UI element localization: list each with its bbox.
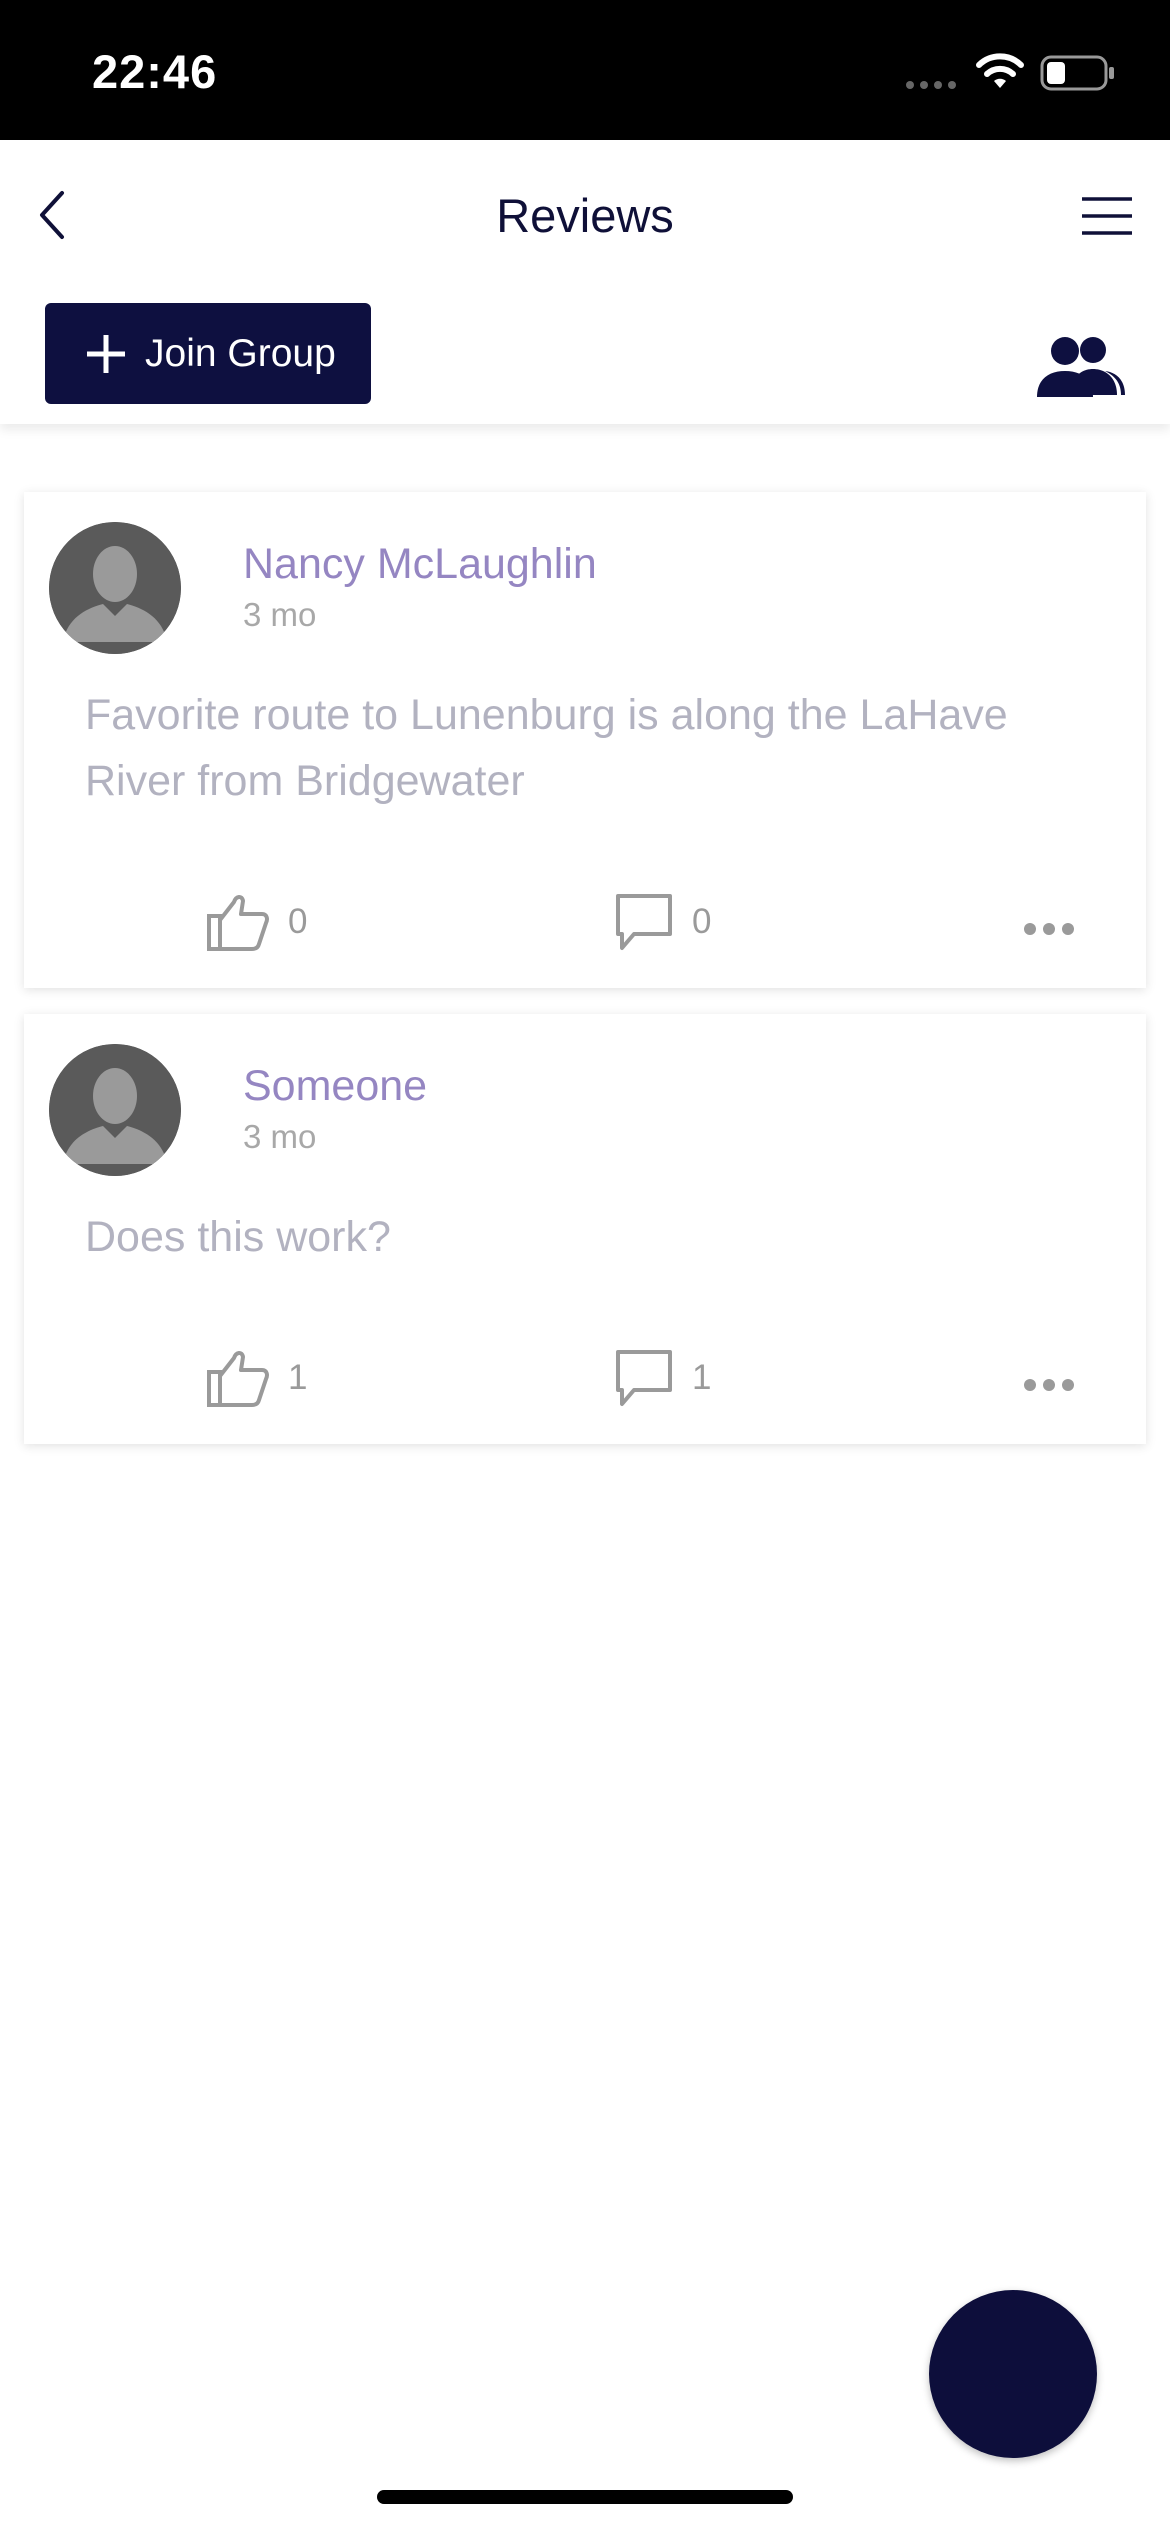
review-card: Someone 3 mo Does this work? 1 1 <box>24 1014 1146 1444</box>
join-group-button[interactable]: Join Group <box>45 303 371 404</box>
author-name[interactable]: Someone <box>243 1062 427 1111</box>
post-body: Does this work? <box>85 1213 391 1261</box>
comment-button[interactable]: 1 <box>614 1348 711 1408</box>
more-horizontal-icon <box>1024 923 1074 935</box>
cellular-signal-icon <box>906 81 956 89</box>
floating-action-button[interactable] <box>929 2290 1097 2458</box>
post-body: Favorite route to Lunenburg is along the… <box>85 691 1008 805</box>
author-name[interactable]: Nancy McLaughlin <box>243 540 597 589</box>
default-user-avatar-icon[interactable] <box>49 522 181 654</box>
wifi-icon <box>976 53 1024 88</box>
comment-button[interactable]: 0 <box>614 892 711 952</box>
like-count: 0 <box>288 902 308 941</box>
more-options-button[interactable] <box>1023 922 1075 936</box>
review-card: Nancy McLaughlin 3 mo Favorite route to … <box>24 492 1146 988</box>
home-indicator[interactable] <box>377 2490 793 2504</box>
like-count: 1 <box>288 1358 308 1397</box>
hamburger-menu-icon[interactable] <box>1080 195 1134 237</box>
default-user-avatar-icon[interactable] <box>49 1044 181 1176</box>
thumbs-up-icon <box>207 895 269 951</box>
battery-icon <box>1040 55 1114 91</box>
like-button[interactable]: 1 <box>206 1348 307 1408</box>
like-button[interactable]: 0 <box>206 892 307 952</box>
post-time: 3 mo <box>243 596 317 633</box>
comment-bubble-icon <box>616 1350 672 1406</box>
group-people-icon[interactable] <box>1035 335 1125 399</box>
comment-count: 0 <box>692 902 712 941</box>
page-title: Reviews <box>496 189 674 242</box>
more-horizontal-icon <box>1024 1379 1074 1391</box>
comment-bubble-icon <box>616 894 672 950</box>
reviews-screen: 22:46 Reviews Join Group Nancy McLaughli… <box>0 0 1170 2532</box>
status-time: 22:46 <box>92 45 218 98</box>
thumbs-up-icon <box>207 1351 269 1407</box>
status-bar: 22:46 <box>0 0 1170 140</box>
more-options-button[interactable] <box>1023 1378 1075 1392</box>
header: Reviews Join Group <box>0 140 1170 424</box>
comment-count: 1 <box>692 1358 712 1397</box>
post-time: 3 mo <box>243 1118 317 1155</box>
plus-icon <box>87 334 125 373</box>
join-group-label: Join Group <box>145 331 336 375</box>
